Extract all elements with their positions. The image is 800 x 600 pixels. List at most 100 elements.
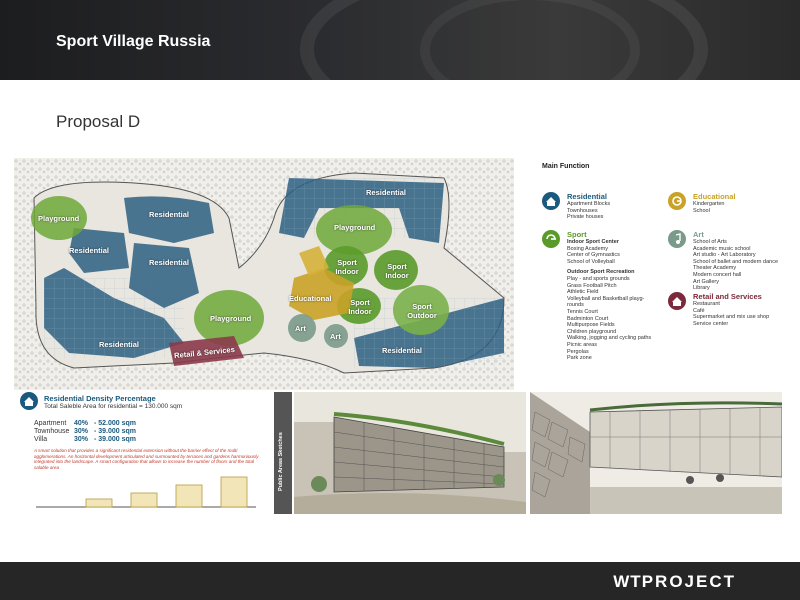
legend-item: Modern concert hall: [693, 271, 742, 278]
zone-label-residential: Residential: [149, 258, 190, 267]
legend-panel: Main Function Residential Apartment Bloc…: [540, 160, 790, 390]
shop-icon: [668, 292, 686, 310]
legend-art-title: Art: [693, 230, 704, 239]
legend-item: Theater Academy: [693, 265, 737, 272]
legend-item: Boxing Academy: [567, 245, 608, 252]
legend-sport-items: Indoor Sport Center Boxing Academy Cente…: [567, 239, 651, 362]
company-logo: WTPROJECT: [613, 572, 736, 592]
legend-item: Park zone: [567, 355, 592, 362]
legend-title: Main Function: [542, 163, 590, 170]
legend-item: Tennis Court: [567, 308, 598, 315]
density-note: A smart solution that provides a signifi…: [34, 448, 259, 470]
legend-sport-title: Sport: [567, 230, 587, 239]
legend-item: Private houses: [567, 214, 604, 221]
header-banner: Sport Village Russia: [0, 0, 800, 80]
sketch-image-1: [294, 392, 526, 514]
density-row-value: - 52.000 sqm: [94, 420, 137, 427]
zone-label-educational: Educational: [289, 294, 332, 303]
footer-bar: WTPROJECT: [0, 562, 800, 600]
legend-item: Supermarket and mix use shop: [693, 314, 770, 321]
zone-label-residential: Residential: [382, 346, 423, 355]
house-icon: [542, 192, 560, 210]
zone-label-art: Art: [330, 332, 341, 341]
zone-label-residential: Residential: [366, 188, 407, 197]
public-areas-label: Public Areas Sketches: [278, 432, 284, 491]
legend-item: Multipurpose Fields: [567, 322, 615, 329]
legend-item: Service center: [693, 320, 729, 327]
zone-label-residential: Residential: [69, 246, 110, 255]
building-section-diagram: [36, 476, 256, 508]
legend-item: Center of Gymnastics: [567, 252, 620, 259]
legend-item: Badminton Court: [567, 315, 609, 322]
density-row: Villa 30% - 39.000 sqm: [34, 436, 136, 443]
zone-label-residential: Residential: [99, 340, 140, 349]
master-plan-drawing: [14, 158, 514, 390]
legend-item: School of Volleyball: [567, 258, 615, 265]
music-note-icon: [668, 230, 686, 248]
logo-wt: WT: [613, 572, 642, 591]
zone-label-residential: Residential: [149, 210, 190, 219]
density-panel: Residential Density Percentage Total Sal…: [20, 392, 270, 514]
density-row-name: Townhouse: [34, 428, 70, 435]
zone-label-sport-outdoor: Sport Outdoor: [407, 302, 437, 320]
legend-item: Restaurant: [693, 301, 720, 307]
legend-educational-items: Kindergarten School: [693, 201, 725, 214]
zone-label-playground: Playground: [38, 214, 80, 223]
legend-item: Picnic areas: [567, 341, 597, 348]
density-row-name: Villa: [34, 436, 48, 443]
legend-item: Art studio - Art Laboratory: [693, 252, 756, 259]
legend-item: Athletic Field: [567, 289, 599, 296]
legend-item: Volleyball and Basketball playg-: [567, 295, 645, 302]
legend-item: Indoor Sport Center: [567, 239, 619, 245]
logo-project: PROJECT: [641, 572, 736, 591]
page-title: Proposal D: [56, 112, 141, 131]
legend-item: Art Gallery: [693, 278, 719, 285]
legend-item: Children playground: [567, 328, 617, 335]
density-title: Residential Density Percentage: [44, 394, 156, 403]
legend-item: Library: [693, 285, 710, 292]
legend-educational-title: Educational: [693, 192, 736, 201]
legend-item: School of Arts: [693, 239, 727, 245]
master-plan-map: Playground Residential Residential Resid…: [14, 158, 514, 390]
density-row-pct: 30%: [74, 428, 89, 435]
legend-item: School: [693, 207, 710, 214]
house-icon: [20, 392, 38, 410]
density-row-name: Apartment: [34, 420, 67, 427]
legend-residential-items: Apartment Blocks Townhouses Private hous…: [567, 201, 610, 221]
legend-item: Townhouses: [567, 207, 598, 214]
zone-label-playground: Playground: [210, 314, 252, 323]
density-row: Apartment 40% - 52.000 sqm: [34, 420, 136, 427]
zone-label-art: Art: [295, 324, 306, 333]
sketch-image-2: [530, 392, 782, 514]
legend-retail-title: Retail and Services: [693, 292, 762, 301]
legend-item: rounds: [567, 302, 584, 309]
legend-item: Outdoor Sport Recreation: [567, 269, 635, 276]
legend-item: Apartment Blocks: [567, 201, 611, 207]
legend-item: Academic music school: [693, 245, 751, 252]
density-subtitle: Total Saleble Area for residential = 130…: [44, 403, 183, 410]
density-row-pct: 40%: [74, 420, 89, 427]
header-decoration: [420, 0, 640, 80]
zone-label-sport-indoor: Sport Indoor: [348, 298, 372, 316]
zone-label-sport-indoor: Sport Indoor: [335, 258, 359, 276]
legend-residential-title: Residential: [567, 192, 608, 201]
legend-item: Kindergarten: [693, 201, 725, 207]
legend-item: Walking, jogging and cycling paths: [567, 335, 652, 342]
legend-item: Café: [693, 307, 705, 314]
zone-label-sport-indoor: Sport Indoor: [385, 262, 409, 280]
legend-item: School of ballet and modern dance: [693, 258, 779, 265]
legend-retail-items: Restaurant Café Supermarket and mix use …: [693, 301, 769, 327]
legend-item: Pergolas: [567, 348, 589, 355]
legend-art-items: School of Arts Academic music school Art…: [693, 239, 778, 292]
header-title: Sport Village Russia: [56, 33, 211, 50]
legend-item: Play - and sports grounds: [567, 275, 630, 282]
zone-label-playground: Playground: [334, 223, 376, 232]
density-row-pct: 30%: [74, 436, 89, 443]
density-row-value: - 39.000 sqm: [94, 436, 137, 443]
density-row: Townhouse 30% - 39.000 sqm: [34, 428, 136, 435]
density-row-value: - 39.000 sqm: [94, 428, 137, 435]
public-areas-label-bar: Public Areas Sketches: [274, 392, 292, 514]
legend-item: Grass Football Pitch: [567, 282, 617, 289]
education-icon: [668, 192, 686, 210]
sport-icon: [542, 230, 560, 248]
